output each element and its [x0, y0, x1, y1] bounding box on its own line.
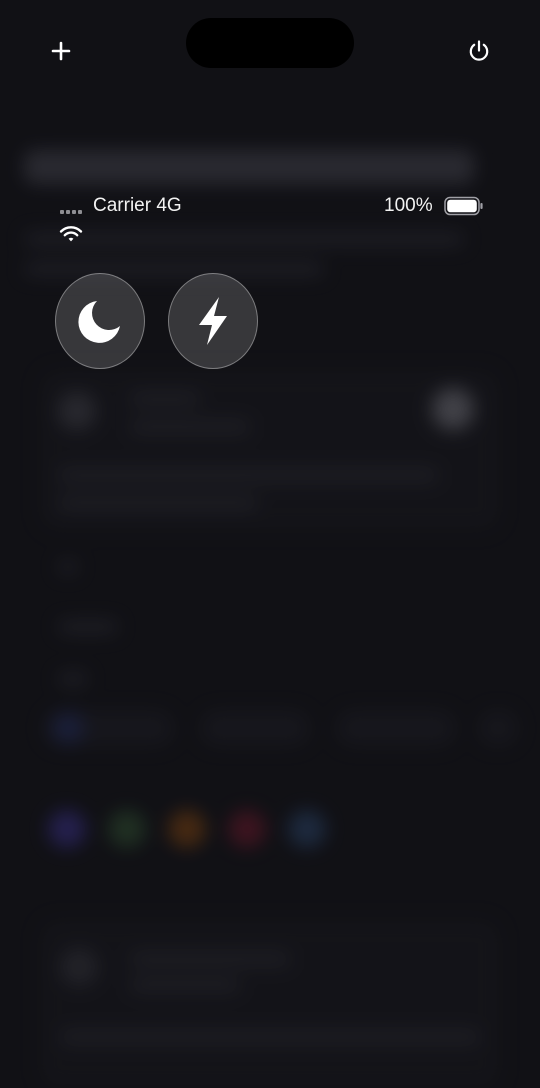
battery-icon [444, 196, 483, 216]
wifi-icon [59, 226, 83, 242]
add-button[interactable] [40, 30, 82, 72]
power-button[interactable] [458, 30, 500, 72]
cellular-signal-icon [60, 210, 82, 214]
dynamic-island [186, 18, 354, 68]
battery-percentage: 100% [384, 195, 433, 216]
sleep-mode-button[interactable] [55, 273, 145, 369]
power-icon [469, 40, 489, 61]
bolt-icon [199, 297, 227, 345]
carrier-label: Carrier 4G [93, 195, 182, 216]
plus-icon [51, 41, 71, 61]
dim-overlay [0, 0, 540, 1088]
moon-icon [78, 301, 120, 343]
performance-mode-button[interactable] [168, 273, 258, 369]
